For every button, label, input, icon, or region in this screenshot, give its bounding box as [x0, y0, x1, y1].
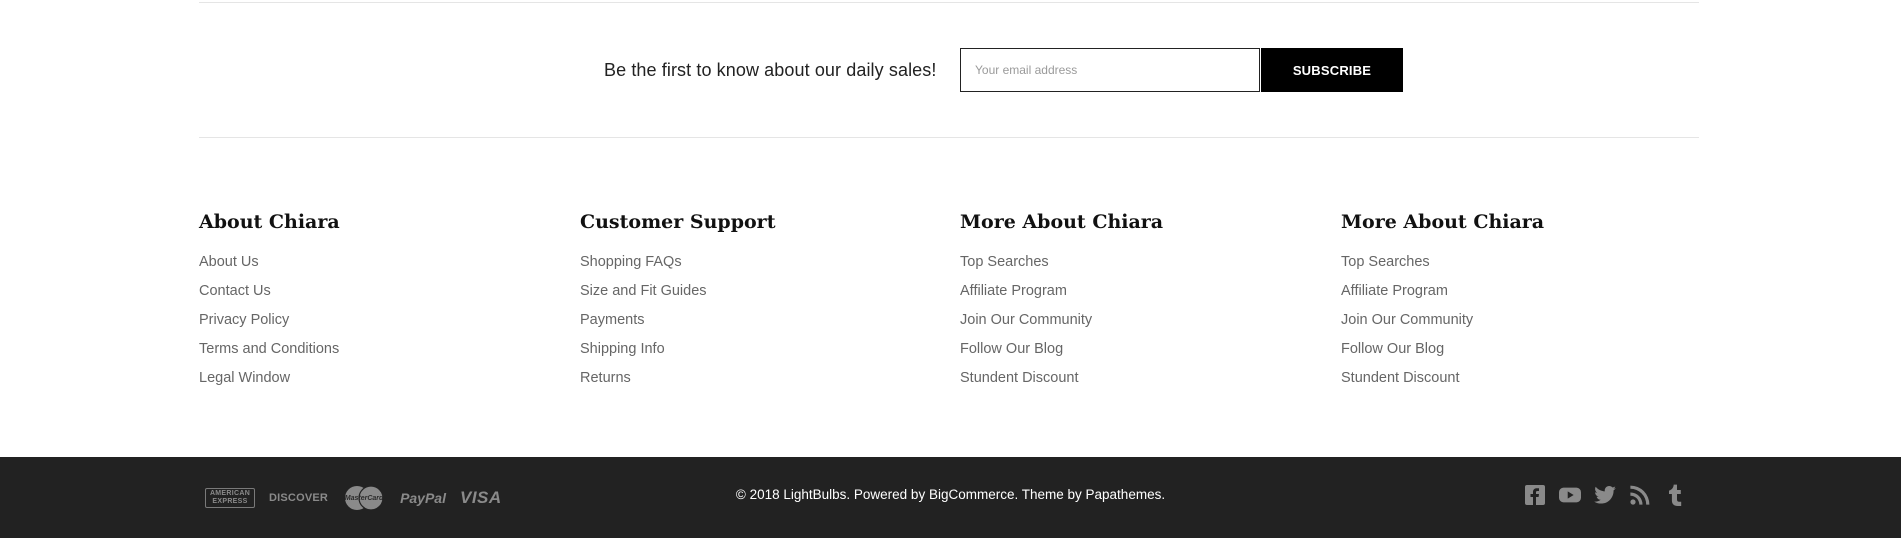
social-links — [1524, 484, 1686, 506]
footer-link[interactable]: Stundent Discount — [1341, 370, 1460, 386]
footer-link[interactable]: Legal Window — [199, 370, 290, 386]
copyright-middle: . Theme by — [1014, 487, 1086, 502]
footer-link[interactable]: Follow Our Blog — [1341, 341, 1444, 357]
footer-link[interactable]: Join Our Community — [1341, 312, 1473, 328]
footer-link[interactable]: Terms and Conditions — [199, 341, 339, 357]
footer-column-support: Customer Support Shopping FAQs Size and … — [580, 210, 940, 398]
footer-link[interactable]: Privacy Policy — [199, 312, 289, 328]
footer-link[interactable]: Stundent Discount — [960, 370, 1079, 386]
footer-column-more-2: More About Chiara Top Searches Affiliate… — [1341, 210, 1701, 398]
footer-column-about: About Chiara About Us Contact Us Privacy… — [199, 210, 559, 398]
newsletter-divider — [199, 137, 1699, 138]
subscribe-button[interactable]: SUBSCRIBE — [1261, 48, 1403, 92]
footer-link[interactable]: Affiliate Program — [960, 283, 1067, 299]
facebook-icon[interactable] — [1524, 484, 1546, 506]
footer-link[interactable]: Top Searches — [1341, 254, 1430, 270]
top-divider — [199, 2, 1699, 3]
bigcommerce-link[interactable]: BigCommerce — [929, 487, 1015, 502]
bottom-bar: AMERICAN EXPRESS DISCOVER MasterCard Pay… — [0, 457, 1901, 538]
footer-link[interactable]: Shipping Info — [580, 341, 665, 357]
footer-link[interactable]: Shopping FAQs — [580, 254, 682, 270]
column-title: About Chiara — [199, 211, 340, 233]
column-title: Customer Support — [580, 211, 776, 233]
footer-link[interactable]: Join Our Community — [960, 312, 1092, 328]
column-title: More About Chiara — [960, 211, 1164, 233]
footer-column-more-1: More About Chiara Top Searches Affiliate… — [960, 210, 1320, 398]
youtube-icon[interactable] — [1559, 484, 1581, 506]
papathemes-link[interactable]: Papathemes — [1086, 487, 1162, 502]
newsletter: Be the first to know about our daily sal… — [0, 48, 1901, 92]
footer-link[interactable]: Payments — [580, 312, 644, 328]
footer-link[interactable]: Follow Our Blog — [960, 341, 1063, 357]
footer-link[interactable]: Returns — [580, 370, 631, 386]
copyright-prefix: © 2018 LightBulbs. Powered by — [735, 487, 929, 502]
footer-link[interactable]: Top Searches — [960, 254, 1049, 270]
footer-link[interactable]: About Us — [199, 254, 259, 270]
copyright-suffix: . — [1161, 487, 1166, 502]
column-title: More About Chiara — [1341, 211, 1545, 233]
footer-link[interactable]: Affiliate Program — [1341, 283, 1448, 299]
twitter-icon[interactable] — [1594, 484, 1616, 506]
footer-link[interactable]: Contact Us — [199, 283, 271, 299]
newsletter-text: Be the first to know about our daily sal… — [604, 60, 937, 80]
email-input[interactable] — [960, 48, 1260, 92]
footer-link[interactable]: Size and Fit Guides — [580, 283, 707, 299]
rss-icon[interactable] — [1629, 484, 1651, 506]
tumblr-icon[interactable] — [1664, 484, 1686, 506]
